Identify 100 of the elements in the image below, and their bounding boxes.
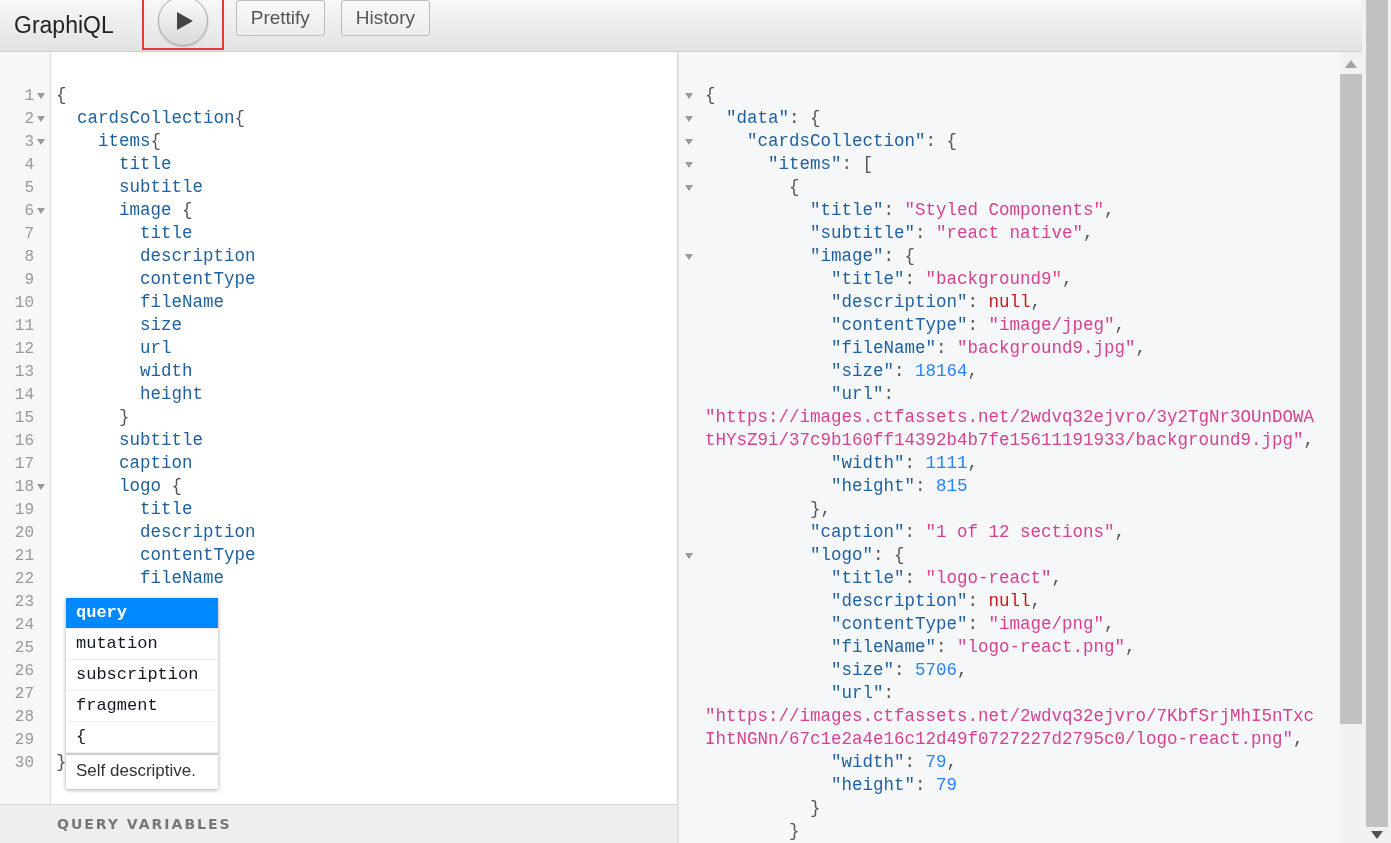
autocomplete-option[interactable]: mutation — [66, 629, 218, 660]
code-line: contentType — [139, 544, 256, 567]
code-line: "height": 815 — [830, 475, 968, 498]
code-line: "data": { — [725, 107, 821, 130]
toolbar-button[interactable]: Prettify — [235, 0, 325, 36]
code-line: "logo": { — [809, 544, 905, 567]
code-line: "description": null, — [830, 291, 1042, 314]
line-number: 1 — [24, 86, 34, 105]
code-line: description — [139, 521, 256, 544]
code-line: description — [139, 245, 256, 268]
code-line: caption — [118, 452, 193, 475]
code-line: "cardsCollection": { — [746, 130, 958, 153]
line-number: 8 — [24, 247, 34, 266]
code-line: "width": 79, — [830, 751, 958, 774]
code-line: "title": "background9", — [830, 268, 1073, 291]
code-line: logo { — [118, 475, 183, 498]
line-number: 20 — [14, 523, 34, 542]
fold-icon[interactable] — [37, 115, 45, 122]
line-number: 11 — [14, 316, 34, 335]
line-number: 15 — [14, 408, 34, 427]
fold-icon[interactable] — [685, 184, 693, 191]
fold-icon[interactable] — [685, 138, 693, 145]
code-line: } — [55, 751, 67, 774]
code-line: image { — [118, 199, 193, 222]
code-line: { — [704, 84, 716, 107]
code-line: "contentType": "image/jpeg", — [830, 314, 1126, 337]
line-number: 6 — [24, 201, 34, 220]
fold-icon[interactable] — [685, 92, 693, 99]
code-line: height — [139, 383, 204, 406]
fold-icon[interactable] — [685, 253, 693, 260]
autocomplete-option[interactable]: query — [66, 598, 218, 629]
line-number: 13 — [14, 362, 34, 381]
code-line: "height": 79 — [830, 774, 958, 797]
code-line: "https://images.ctfassets.net/2wdvq32ejvro/3y2TgNr3OUnDOWA — [704, 406, 1315, 429]
code-line: "contentType": "image/png", — [830, 613, 1115, 636]
line-number: 17 — [14, 454, 34, 473]
code-line: "caption": "1 of 12 sections", — [809, 521, 1126, 544]
fold-icon[interactable] — [685, 552, 693, 559]
code-line: items{ — [97, 130, 162, 153]
toolbar-button[interactable]: History — [340, 0, 430, 36]
code-line: "url": — [830, 383, 895, 406]
line-number: 14 — [14, 385, 34, 404]
scrollbar-thumb[interactable] — [1365, 0, 1388, 827]
code-line: title — [139, 498, 193, 521]
code-line: fileName — [139, 567, 225, 590]
line-number: 18 — [14, 477, 34, 496]
code-line: size — [139, 314, 183, 337]
code-line: contentType — [139, 268, 256, 291]
fold-icon[interactable] — [37, 207, 45, 214]
scrollbar[interactable] — [1340, 52, 1362, 843]
scrollbar-thumb[interactable] — [1340, 74, 1362, 724]
code-line: "width": 1111, — [830, 452, 979, 475]
code-line: tHYsZ9i/37c9b160ff14392b4b7fe15611191933/background9.jpg", — [704, 429, 1315, 452]
code-line: width — [139, 360, 193, 383]
fold-icon[interactable] — [37, 483, 45, 490]
fold-icon[interactable] — [37, 138, 45, 145]
section-title: QUERY VARIABLES — [57, 816, 232, 832]
scroll-down-icon[interactable] — [1370, 831, 1383, 839]
line-number: 3 — [24, 132, 34, 151]
code-line: } — [118, 406, 130, 429]
code-line: subtitle — [118, 429, 204, 452]
code-line: } — [809, 797, 821, 820]
code-line: "image": { — [809, 245, 916, 268]
line-number: 10 — [14, 293, 34, 312]
code-line: { — [788, 176, 800, 199]
line-number: 23 — [14, 592, 34, 611]
fold-icon[interactable] — [685, 161, 693, 168]
autocomplete-option[interactable]: { — [66, 722, 218, 753]
line-number: 5 — [24, 178, 34, 197]
code-line: "subtitle": "react native", — [809, 222, 1094, 245]
line-number: 30 — [14, 753, 34, 772]
query-variables-bar[interactable]: QUERY VARIABLES — [0, 804, 677, 843]
code-line: "title": "logo-react", — [830, 567, 1063, 590]
code-line: IhtNGNn/67c1e2a4e16c12d49f0727227d2795c0/logo-react.png", — [704, 728, 1304, 751]
line-number: 22 — [14, 569, 34, 588]
fold-icon[interactable] — [37, 92, 45, 99]
autocomplete-option[interactable]: subscription — [66, 660, 218, 691]
code-line: }, — [809, 498, 832, 521]
fold-icon[interactable] — [685, 115, 693, 122]
code-line: fileName — [139, 291, 225, 314]
code-line: "size": 5706, — [830, 659, 968, 682]
app-title: GraphiQL — [14, 12, 114, 39]
suggestion-description: Self descriptive. — [66, 753, 218, 789]
line-number: 24 — [14, 615, 34, 634]
line-number: 19 — [14, 500, 34, 519]
line-number: 25 — [14, 638, 34, 657]
code-line: "url": — [830, 682, 895, 705]
play-icon — [175, 11, 194, 31]
line-number: 16 — [14, 431, 34, 450]
line-number: 4 — [24, 155, 34, 174]
code-line: { — [55, 84, 67, 107]
code-line: "items": [ — [767, 153, 874, 176]
run-button[interactable] — [157, 0, 208, 46]
autocomplete-option[interactable]: fragment — [66, 691, 218, 722]
scroll-up-icon[interactable] — [1345, 60, 1357, 68]
code-line: "fileName": "background9.jpg", — [830, 337, 1147, 360]
code-line: "title": "Styled Components", — [809, 199, 1115, 222]
line-number: 27 — [14, 684, 34, 703]
page-scrollbar[interactable] — [1362, 0, 1391, 843]
code-line: url — [139, 337, 172, 360]
